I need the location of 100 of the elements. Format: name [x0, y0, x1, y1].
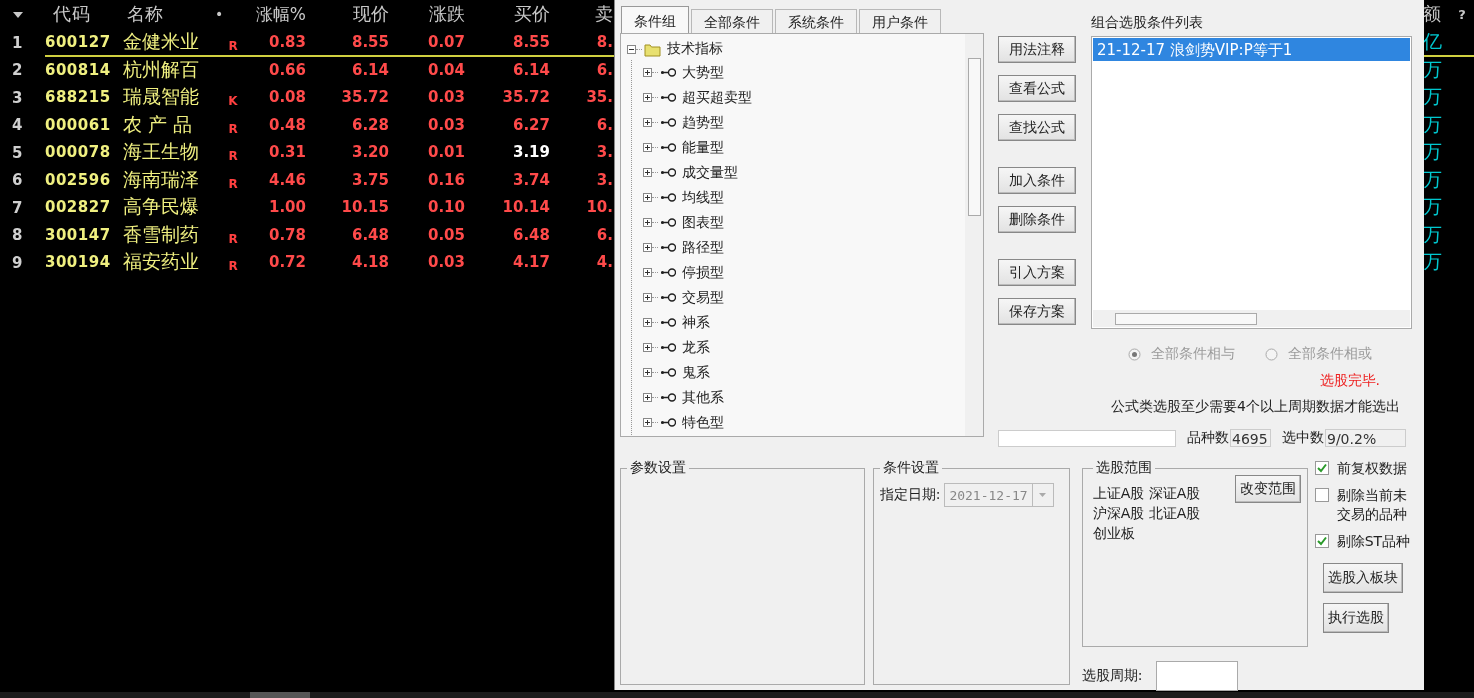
table-cell-text: 3.74 [512, 169, 550, 191]
dialog-button[interactable]: 查找公式 [998, 114, 1076, 141]
table-cell-text: 0.05 [427, 224, 465, 246]
expand-icon[interactable] [643, 368, 652, 377]
flag-label: R [228, 259, 238, 274]
expand-icon[interactable] [643, 143, 652, 152]
key-icon [660, 167, 676, 178]
scrollbar-thumb[interactable] [250, 692, 310, 698]
tree-item[interactable]: 均线型 [682, 188, 724, 207]
tree-item[interactable]: 趋势型 [682, 113, 724, 132]
row-number: 9 [11, 252, 24, 274]
expand-icon[interactable] [643, 343, 652, 352]
tree-item[interactable]: 特色型 [682, 413, 724, 432]
key-icon [660, 67, 676, 78]
checkbox[interactable] [1314, 488, 1329, 502]
table-cell-text: 6.27 [512, 114, 550, 136]
table-cell-text: 6. [595, 224, 613, 246]
dialog-button[interactable]: 引入方案 [998, 259, 1076, 286]
stock-name: 海王生物 [123, 139, 200, 165]
table-cell-text: 3. [595, 169, 613, 191]
expand-icon[interactable] [643, 193, 652, 202]
expand-icon[interactable] [643, 393, 652, 402]
radio-label: 全部条件相与 [1151, 345, 1235, 363]
stock-code: 002596 [45, 169, 112, 191]
range-text: 沪深A股 北证A股 [1092, 504, 1201, 523]
table-cell-text: 0.07 [427, 31, 465, 53]
text-field[interactable] [998, 429, 1176, 447]
column-header[interactable]: 名称 [123, 0, 211, 28]
tree-item[interactable]: 龙系 [682, 338, 710, 357]
expand-icon[interactable] [643, 418, 652, 427]
action-button[interactable]: 选股入板块 [1322, 563, 1403, 593]
tree-item[interactable]: 能量型 [682, 138, 724, 157]
tree-item[interactable]: 成交量型 [682, 163, 738, 182]
change-range-button[interactable]: 改变范围 [1234, 475, 1301, 503]
list-item[interactable]: 21-12-17 浪剑势VIP:P等于1 [1093, 38, 1410, 61]
column-header[interactable]: • [211, 0, 247, 28]
column-header[interactable]: 现价 [306, 0, 389, 28]
row-number: 8 [11, 225, 24, 247]
tab[interactable]: 用户条件 [859, 9, 941, 33]
scrollbar-thumb[interactable] [967, 58, 981, 216]
horizontal-scrollbar[interactable] [0, 692, 1474, 698]
dialog-button[interactable]: 加入条件 [998, 167, 1076, 194]
tab[interactable]: 全部条件 [691, 9, 773, 33]
stock-code: 600127 [45, 31, 112, 53]
expand-icon[interactable] [643, 243, 652, 252]
dialog-button[interactable]: 用法注释 [998, 36, 1076, 63]
table-cell-text: 8. [595, 31, 613, 53]
expand-icon[interactable] [643, 293, 652, 302]
tree-item[interactable]: 交易型 [682, 288, 724, 307]
checkbox[interactable] [1314, 461, 1329, 475]
key-icon [660, 267, 676, 278]
expand-icon[interactable] [643, 268, 652, 277]
expand-icon[interactable] [643, 118, 652, 127]
tree-item[interactable]: 鬼系 [682, 363, 710, 382]
tree-item[interactable]: 大势型 [682, 63, 724, 82]
table-cell-text: 3.20 [351, 142, 389, 164]
tree-item[interactable]: 图表型 [682, 213, 724, 232]
range-text: 创业板 [1092, 524, 1136, 543]
collapse-icon[interactable] [627, 44, 636, 54]
table-cell-text: 6. [595, 114, 613, 136]
horizontal-scrollbar[interactable] [1093, 310, 1410, 327]
column-header[interactable]: 涨跌 [389, 0, 465, 28]
table-cell-text: 0.72 [268, 252, 306, 274]
column-header[interactable]: 代码 [45, 0, 123, 28]
stock-name: 香雪制药 [123, 221, 200, 247]
key-icon [660, 192, 676, 203]
dialog-button[interactable]: 删除条件 [998, 206, 1076, 233]
tree-item[interactable]: 超买超卖型 [682, 88, 752, 107]
table-cell-text: 0.01 [427, 142, 465, 164]
dialog-button[interactable]: 保存方案 [998, 298, 1076, 325]
expand-icon[interactable] [643, 218, 652, 227]
tree-item[interactable]: 路径型 [682, 238, 724, 257]
vertical-scrollbar[interactable] [965, 34, 983, 436]
checkbox[interactable] [1314, 534, 1329, 548]
tree-item[interactable]: 停损型 [682, 263, 724, 282]
dialog-button[interactable]: 查看公式 [998, 75, 1076, 102]
scrollbar-thumb[interactable] [1115, 313, 1257, 325]
range-text: 上证A股 深证A股 [1092, 484, 1201, 503]
expand-icon[interactable] [643, 68, 652, 77]
key-icon [660, 217, 676, 228]
column-header[interactable]: 额 [1423, 0, 1451, 28]
help-label: ? [1457, 5, 1467, 24]
stock-name: 金健米业 [123, 29, 200, 54]
table-cell-text: 0.04 [427, 59, 465, 81]
expand-icon[interactable] [643, 318, 652, 327]
column-header[interactable]: 涨幅% [247, 0, 306, 28]
action-button[interactable]: 执行选股 [1322, 603, 1389, 633]
tab[interactable]: 系统条件 [775, 9, 857, 33]
tab[interactable]: 条件组 [621, 6, 689, 33]
tree-item[interactable]: 技术指标 [667, 40, 723, 58]
table-cell-text: 4.18 [351, 252, 389, 274]
key-icon [660, 142, 676, 153]
expand-icon[interactable] [643, 168, 652, 177]
column-header[interactable]: 卖 [550, 0, 613, 28]
stock-code: 300194 [45, 252, 112, 274]
column-header[interactable]: 买价 [465, 0, 550, 28]
tree-item[interactable]: 其他系 [682, 388, 724, 407]
expand-icon[interactable] [643, 93, 652, 102]
table-cell-text: 0.31 [268, 142, 306, 164]
tree-item[interactable]: 神系 [682, 313, 710, 332]
